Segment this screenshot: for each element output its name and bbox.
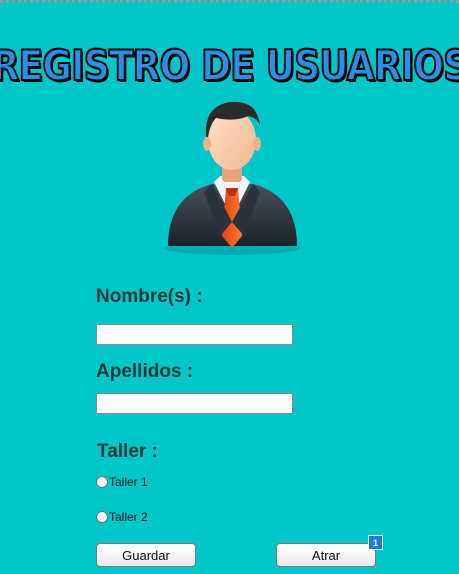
top-dashed-border <box>0 0 459 3</box>
radio-icon[interactable] <box>96 476 108 488</box>
apellidos-label: Apellidos : <box>96 361 194 382</box>
atras-button[interactable]: Atrar <box>276 543 376 567</box>
apellidos-input[interactable] <box>96 393 293 414</box>
nombre-label: Nombre(s) : <box>96 286 203 307</box>
radio-icon[interactable] <box>96 511 108 523</box>
taller-option-2[interactable]: Taller 2 <box>96 510 148 524</box>
notification-badge: 1 <box>368 535 383 550</box>
guardar-button[interactable]: Guardar <box>96 543 196 567</box>
taller-label: Taller : <box>97 441 158 462</box>
taller-option-1[interactable]: Taller 1 <box>96 475 148 489</box>
page-title: REGISTRO DE USUARIOS <box>0 40 459 91</box>
taller-option-2-label: Taller 2 <box>109 510 148 524</box>
businessman-avatar-icon <box>164 101 300 255</box>
taller-option-1-label: Taller 1 <box>109 475 148 489</box>
nombre-input[interactable] <box>96 324 293 345</box>
